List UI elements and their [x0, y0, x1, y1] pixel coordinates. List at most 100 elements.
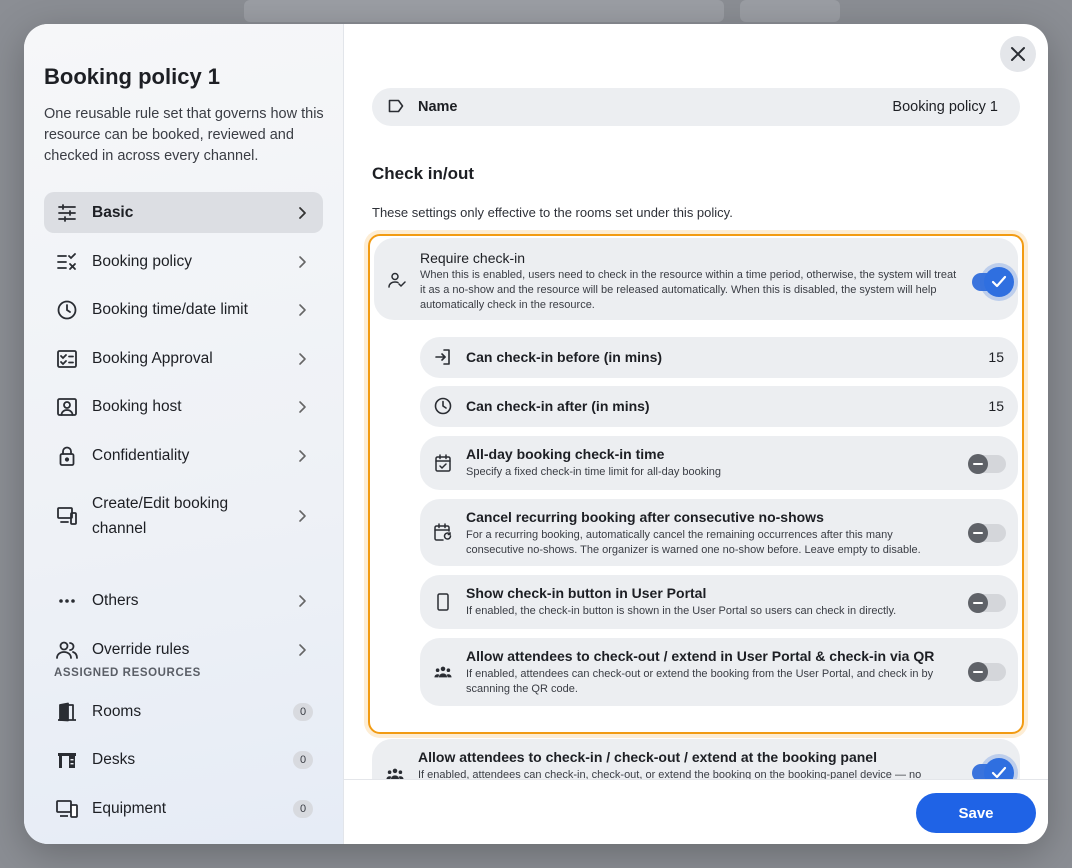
resource-count-badge: 0 — [293, 703, 313, 721]
policy-description: One reusable rule set that governs how t… — [44, 106, 324, 164]
chevron-right-icon — [295, 449, 309, 463]
calendar-check-icon — [434, 454, 452, 472]
chevron-right-icon — [295, 594, 309, 608]
assigned-resources-heading: ASSIGNED RESOURCES — [54, 667, 201, 679]
sidebar-item-booking-approval[interactable]: Booking Approval — [44, 338, 323, 379]
sidebar-item-label: Booking Approval — [92, 350, 213, 367]
sidebar-item-label: Booking time/date limit — [92, 301, 248, 318]
clock-icon — [434, 397, 452, 415]
sidebar-item-label: Create/Edit booking channel — [92, 495, 229, 537]
cancel-recurring-toggle[interactable] — [968, 523, 1006, 543]
resource-rooms[interactable]: Rooms 0 — [44, 692, 323, 732]
chevron-right-icon — [295, 643, 309, 657]
setting-title: Allow attendees to check-in / check-out … — [418, 749, 877, 765]
sidebar-item-basic[interactable]: Basic — [44, 192, 323, 233]
sidebar-item-booking-channel[interactable]: Create/Edit booking channel — [44, 484, 323, 548]
sidebar-item-confidentiality[interactable]: Confidentiality — [44, 435, 323, 476]
tag-icon — [388, 99, 404, 115]
phone-icon — [434, 593, 452, 611]
checklist-icon — [56, 251, 78, 273]
all-day-checkin-toggle[interactable] — [968, 454, 1006, 474]
footer: Save — [344, 779, 1048, 844]
setting-title: Show check-in button in User Portal — [466, 585, 707, 601]
chevron-right-icon — [295, 400, 309, 414]
approval-list-icon — [56, 348, 78, 370]
calendar-repeat-icon — [434, 523, 452, 541]
setting-desc: If enabled, the check-in button is shown… — [466, 605, 897, 617]
show-checkin-button-toggle[interactable] — [968, 593, 1006, 613]
devices-icon — [56, 505, 78, 527]
sliders-icon — [56, 202, 78, 224]
login-arrow-icon — [434, 348, 452, 366]
sidebar-item-label: Booking host — [92, 398, 182, 415]
setting-title: Cancel recurring booking after consecuti… — [466, 509, 824, 525]
setting-title: Can check-in after (in mins) — [466, 398, 650, 414]
main-panel: Name Booking policy 1 Check in/out These… — [344, 24, 1048, 844]
all-day-checkin-row: All-day booking check-in time Specify a … — [420, 436, 1018, 490]
sidebar-item-booking-time-limit[interactable]: Booking time/date limit — [44, 289, 323, 330]
group-icon — [434, 663, 452, 681]
sidebar-item-label: Override rules — [92, 641, 190, 658]
page-title: Booking policy 1 — [44, 64, 221, 89]
sidebar-item-label: Basic — [92, 204, 134, 221]
resource-label: Desks — [92, 751, 136, 768]
sidebar-item-booking-host[interactable]: Booking host — [44, 386, 323, 427]
clock-icon — [56, 299, 78, 321]
resource-desks[interactable]: Desks 0 — [44, 740, 323, 780]
door-icon — [56, 701, 78, 723]
desk-icon — [56, 749, 78, 771]
setting-title: Can check-in before (in mins) — [466, 349, 663, 365]
setting-desc: If enabled, attendees can check-out or e… — [466, 668, 934, 695]
chevron-right-icon — [295, 206, 309, 220]
chevron-right-icon — [295, 303, 309, 317]
checkin-before-row[interactable]: Can check-in before (in mins) 15 — [420, 337, 1018, 378]
cancel-recurring-row: Cancel recurring booking after consecuti… — [420, 499, 1018, 566]
attendees-portal-row: Allow attendees to check-out / extend in… — [420, 638, 1018, 706]
setting-desc: Specify a fixed check-in time limit for … — [466, 466, 721, 478]
checkin-after-row[interactable]: Can check-in after (in mins) 15 — [420, 386, 1018, 427]
show-checkin-button-row: Show check-in button in User Portal If e… — [420, 575, 1018, 629]
attendees-portal-toggle[interactable] — [968, 662, 1006, 682]
section-description: These settings only effective to the roo… — [372, 205, 733, 220]
sidebar-item-label: Booking policy — [92, 253, 192, 270]
setting-desc: For a recurring booking, automatically c… — [466, 529, 921, 556]
sidebar-item-override-rules[interactable]: Override rules — [44, 629, 323, 670]
backdrop-button — [740, 0, 840, 22]
resource-label: Equipment — [92, 800, 167, 817]
resource-label: Rooms — [92, 703, 142, 720]
setting-title: All-day booking check-in time — [466, 446, 665, 462]
name-field[interactable]: Name Booking policy 1 — [372, 88, 1020, 126]
sidebar: Booking policy 1 One reusable rule set t… — [24, 24, 344, 844]
save-button[interactable]: Save — [916, 793, 1036, 833]
chevron-right-icon — [295, 352, 309, 366]
setting-value: 15 — [988, 349, 1004, 365]
setting-title: Allow attendees to check-out / extend in… — [466, 648, 935, 664]
sidebar-item-label: Others — [92, 592, 139, 609]
sidebar-item-booking-policy[interactable]: Booking policy — [44, 241, 323, 282]
resource-equipment[interactable]: Equipment 0 — [44, 789, 323, 829]
name-value: Booking policy 1 — [892, 99, 998, 115]
more-dots-icon — [56, 590, 78, 612]
sidebar-item-label: Confidentiality — [92, 447, 190, 464]
user-check-icon — [388, 271, 406, 289]
users-icon — [56, 639, 78, 661]
close-icon — [1010, 46, 1026, 62]
chevron-right-icon — [295, 509, 309, 523]
chevron-right-icon — [295, 255, 309, 269]
require-checkin-row: Require check-in When this is enabled, u… — [374, 238, 1018, 320]
policy-modal: Booking policy 1 One reusable rule set t… — [24, 24, 1048, 844]
setting-value: 15 — [988, 398, 1004, 414]
sidebar-item-others[interactable]: Others — [44, 580, 323, 621]
section-title: Check in/out — [372, 164, 475, 183]
require-checkin-desc: When this is enabled, users need to chec… — [420, 269, 957, 311]
equipment-icon — [56, 798, 78, 820]
require-checkin-title: Require check-in — [420, 250, 526, 266]
close-button[interactable] — [1000, 36, 1036, 72]
host-icon — [56, 396, 78, 418]
name-label: Name — [418, 99, 458, 115]
lock-icon — [56, 445, 78, 467]
require-checkin-toggle[interactable] — [972, 267, 1014, 297]
resource-count-badge: 0 — [293, 751, 313, 769]
resource-count-badge: 0 — [293, 800, 313, 818]
backdrop-search-bar — [244, 0, 724, 22]
